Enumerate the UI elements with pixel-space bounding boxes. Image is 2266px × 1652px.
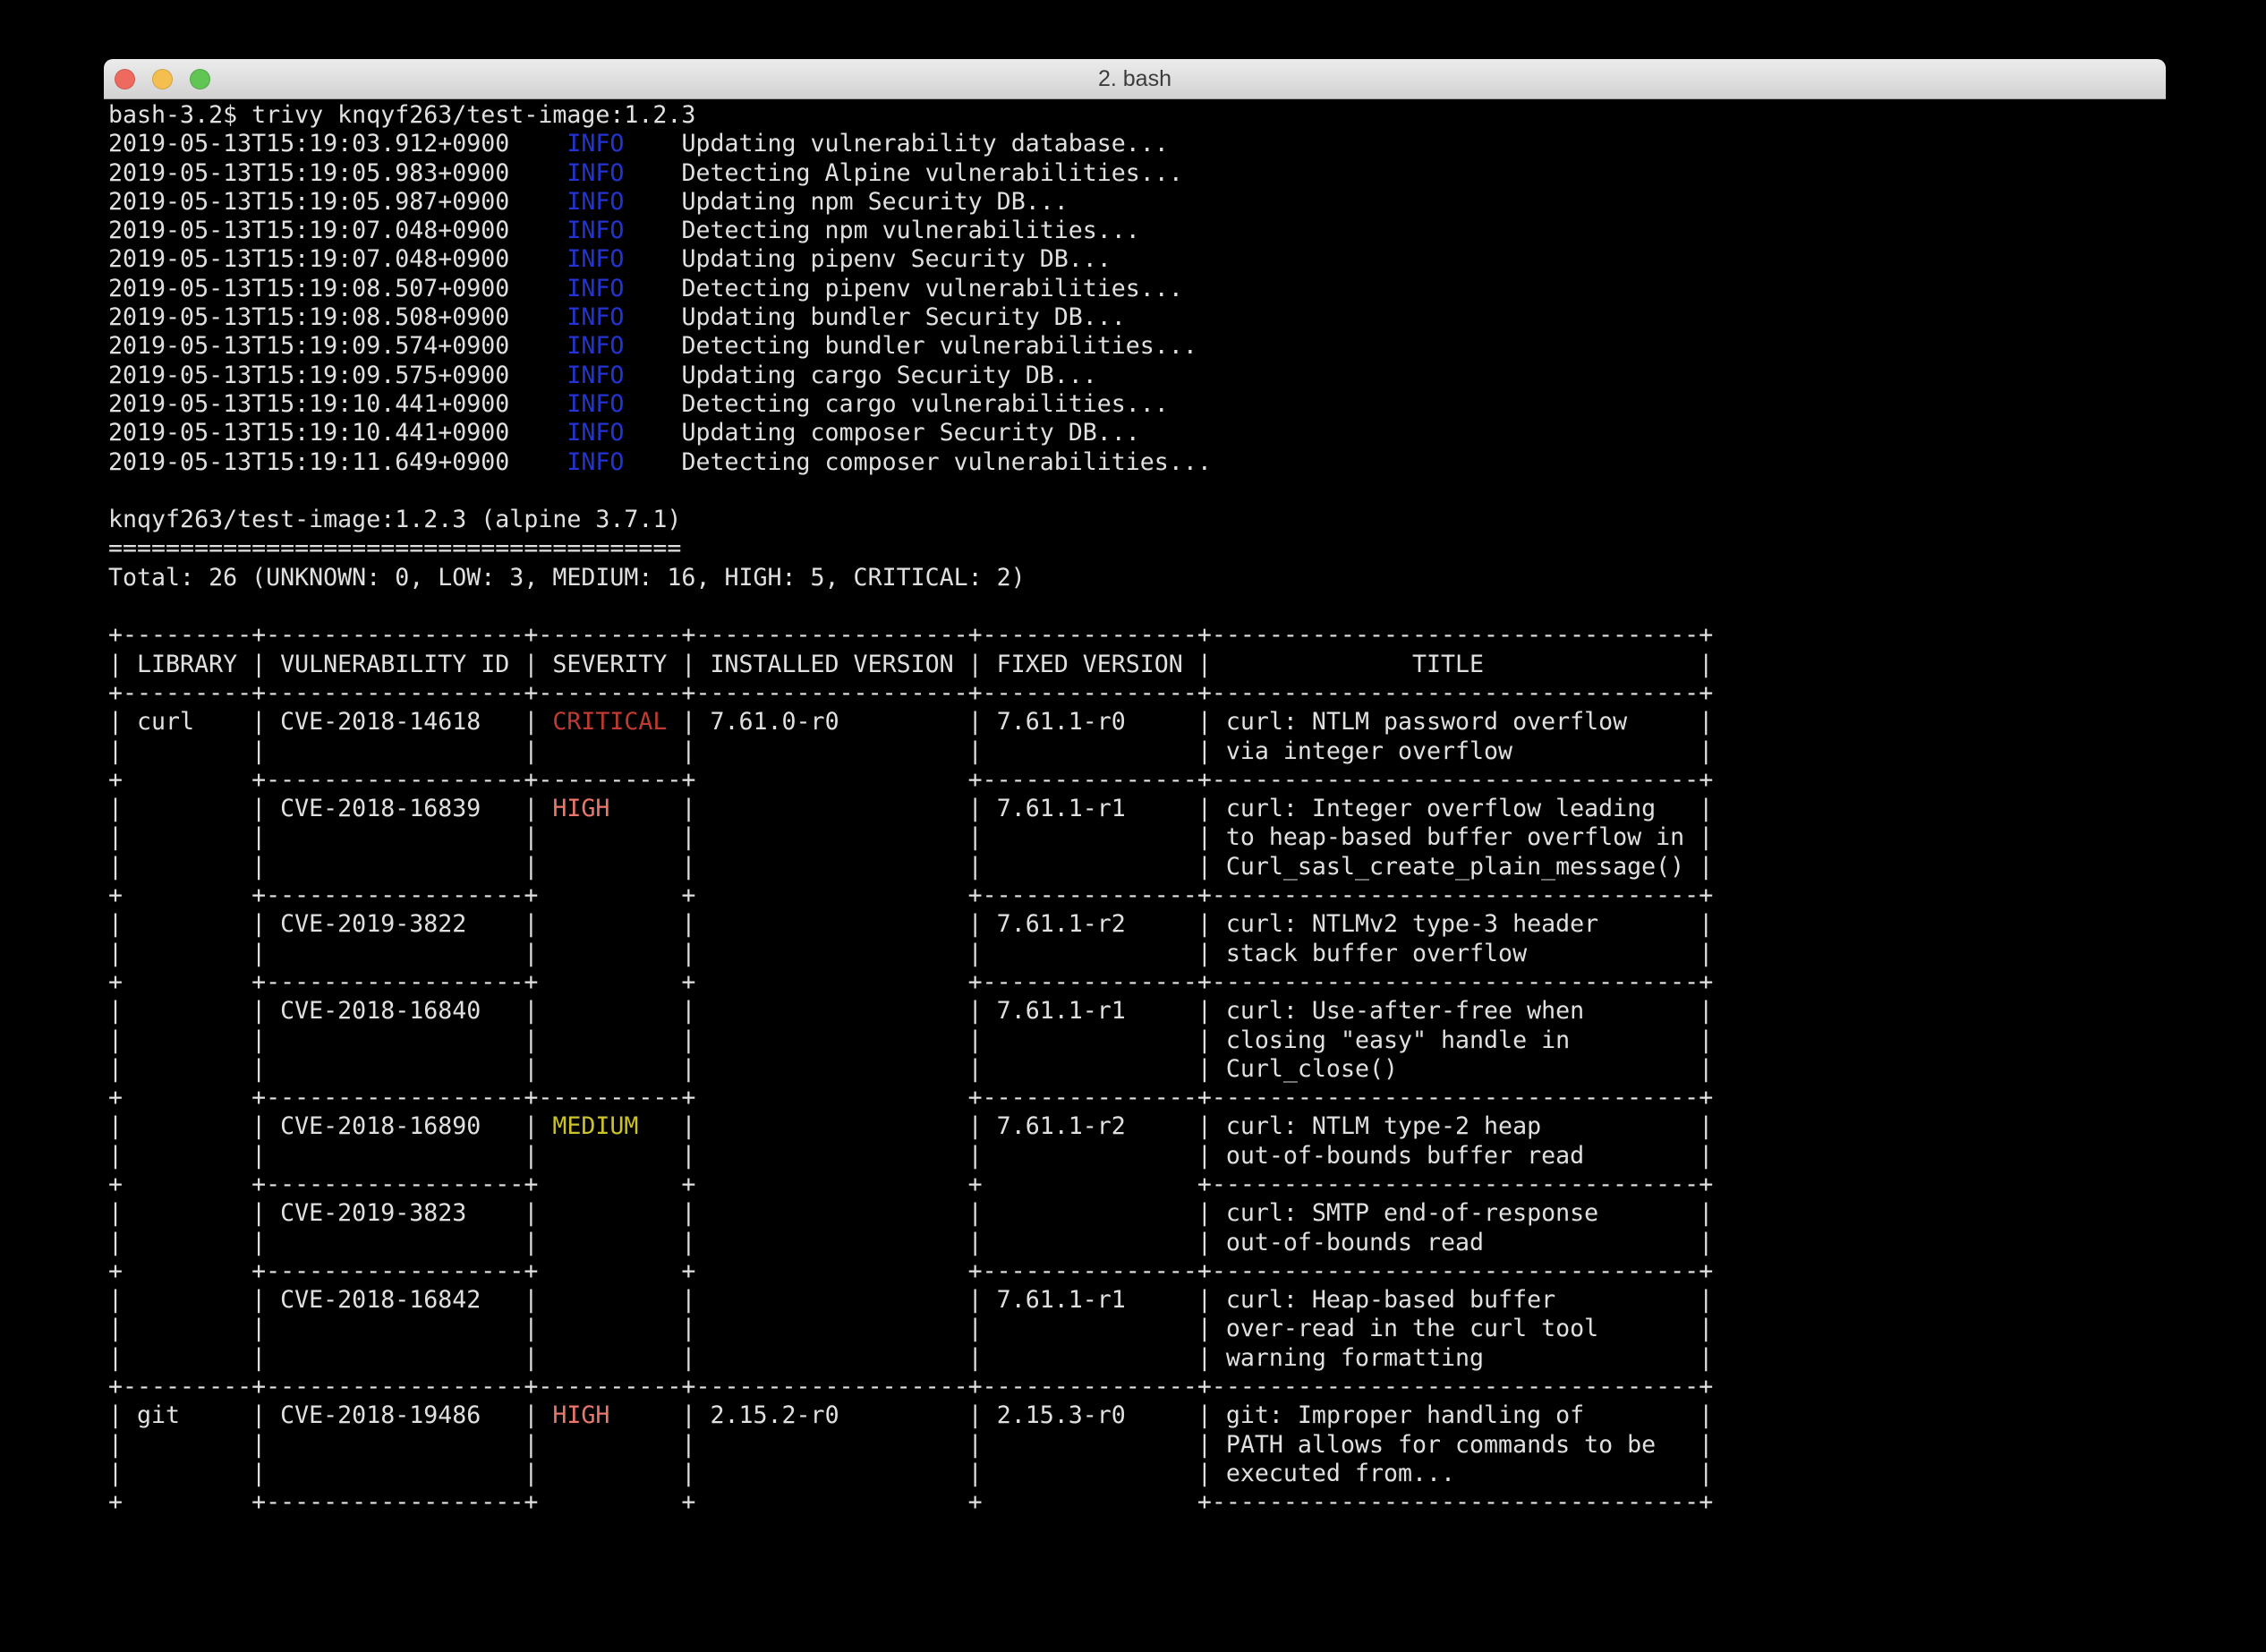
terminal-line: + +------------------+ + +--------------…	[108, 1257, 2166, 1286]
severity-text: HIGH	[538, 1401, 609, 1429]
terminal-line: | | | | | | out-of-bounds read |	[108, 1229, 2166, 1257]
minimize-button[interactable]	[152, 69, 173, 89]
log-level-text: INFO	[566, 419, 624, 447]
log-level-text: INFO	[566, 390, 624, 418]
terminal-line: + +------------------+ + + +------------…	[108, 1171, 2166, 1199]
terminal-line	[108, 592, 2166, 621]
log-level-text: INFO	[566, 245, 624, 273]
terminal-line: knqyf263/test-image:1.2.3 (alpine 3.7.1)	[108, 506, 2166, 534]
terminal-line: +---------+------------------+----------…	[108, 621, 2166, 650]
terminal-line: | LIBRARY | VULNERABILITY ID | SEVERITY …	[108, 651, 2166, 679]
terminal-line: + +------------------+ + + +------------…	[108, 1488, 2166, 1517]
terminal-line: + +------------------+ + +--------------…	[108, 881, 2166, 910]
terminal-line: 2019-05-13T15:19:10.441+0900 INFO Detect…	[108, 390, 2166, 419]
terminal-line: bash-3.2$ trivy knqyf263/test-image:1.2.…	[108, 101, 2166, 130]
terminal-line: | | | | | | out-of-bounds buffer read |	[108, 1142, 2166, 1171]
terminal-line: | | CVE-2019-3822 | | | 7.61.1-r2 | curl…	[108, 910, 2166, 939]
terminal-line: | | | | | | stack buffer overflow |	[108, 940, 2166, 968]
terminal-line: | git | CVE-2018-19486 | HIGH | 2.15.2-r…	[108, 1401, 2166, 1430]
terminal-line: | | | | | | Curl_close() |	[108, 1055, 2166, 1084]
terminal-line: + +------------------+----------+ +-----…	[108, 766, 2166, 795]
log-level-text: INFO	[566, 130, 624, 158]
terminal-line: 2019-05-13T15:19:03.912+0900 INFO Updati…	[108, 130, 2166, 158]
terminal-line: Total: 26 (UNKNOWN: 0, LOW: 3, MEDIUM: 1…	[108, 564, 2166, 592]
terminal-line	[108, 477, 2166, 506]
desktop: { "window": { "title": "2. bash", "traff…	[0, 0, 2266, 1652]
window-title: 2. bash	[1098, 66, 1171, 92]
log-level-text: INFO	[566, 303, 624, 331]
terminal-line: 2019-05-13T15:19:08.507+0900 INFO Detect…	[108, 275, 2166, 303]
terminal-content[interactable]: bash-3.2$ trivy knqyf263/test-image:1.2.…	[104, 99, 2166, 1518]
terminal-line: + +------------------+ + +--------------…	[108, 968, 2166, 997]
terminal-line: | | | | | | closing "easy" handle in |	[108, 1026, 2166, 1055]
terminal-line: | | CVE-2018-16839 | HIGH | | 7.61.1-r1 …	[108, 795, 2166, 823]
terminal-line: | | | | | | via integer overflow |	[108, 737, 2166, 766]
terminal-line: 2019-05-13T15:19:09.575+0900 INFO Updati…	[108, 362, 2166, 390]
window-titlebar[interactable]: 2. bash	[104, 59, 2166, 99]
terminal-line: | | | | | | to heap-based buffer overflo…	[108, 823, 2166, 852]
terminal-line: | | CVE-2018-16840 | | | 7.61.1-r1 | cur…	[108, 997, 2166, 1026]
terminal-line: 2019-05-13T15:19:05.987+0900 INFO Updati…	[108, 188, 2166, 217]
terminal-line: 2019-05-13T15:19:05.983+0900 INFO Detect…	[108, 159, 2166, 188]
terminal-line: +---------+------------------+----------…	[108, 1373, 2166, 1401]
terminal-line: ========================================	[108, 534, 2166, 563]
terminal-output: bash-3.2$ trivy knqyf263/test-image:1.2.…	[108, 101, 2166, 1518]
zoom-button[interactable]	[190, 69, 210, 89]
terminal-line: | curl | CVE-2018-14618 | CRITICAL | 7.6…	[108, 708, 2166, 737]
terminal-line: 2019-05-13T15:19:10.441+0900 INFO Updati…	[108, 419, 2166, 447]
close-button[interactable]	[115, 69, 135, 89]
terminal-line: 2019-05-13T15:19:09.574+0900 INFO Detect…	[108, 332, 2166, 361]
terminal-line: | | | | | | warning formatting |	[108, 1344, 2166, 1373]
terminal-line: | | CVE-2018-16890 | MEDIUM | | 7.61.1-r…	[108, 1112, 2166, 1141]
terminal-line: | | | | | | over-read in the curl tool |	[108, 1315, 2166, 1343]
terminal-line: | | CVE-2018-16842 | | | 7.61.1-r1 | cur…	[108, 1286, 2166, 1315]
log-level-text: INFO	[566, 332, 624, 360]
log-level-text: INFO	[566, 159, 624, 187]
log-level-text: INFO	[566, 362, 624, 389]
log-level-text: INFO	[566, 217, 624, 244]
terminal-line: | | | | | | PATH allows for commands to …	[108, 1431, 2166, 1460]
terminal-line: +---------+------------------+----------…	[108, 679, 2166, 708]
terminal-line: | | | | | | executed from... |	[108, 1460, 2166, 1488]
severity-text: CRITICAL	[538, 708, 667, 736]
terminal-line: | | CVE-2019-3823 | | | | curl: SMTP end…	[108, 1199, 2166, 1228]
log-level-text: INFO	[566, 188, 624, 216]
terminal-line: + +------------------+----------+ +-----…	[108, 1084, 2166, 1112]
severity-text: MEDIUM	[538, 1112, 638, 1140]
terminal-window: 2. bash bash-3.2$ trivy knqyf263/test-im…	[104, 59, 2166, 1652]
log-level-text: INFO	[566, 275, 624, 302]
severity-text: HIGH	[538, 795, 609, 822]
terminal-line: 2019-05-13T15:19:07.048+0900 INFO Updati…	[108, 245, 2166, 274]
terminal-line: 2019-05-13T15:19:07.048+0900 INFO Detect…	[108, 217, 2166, 245]
terminal-line: 2019-05-13T15:19:08.508+0900 INFO Updati…	[108, 303, 2166, 332]
terminal-line: 2019-05-13T15:19:11.649+0900 INFO Detect…	[108, 448, 2166, 477]
log-level-text: INFO	[566, 448, 624, 476]
terminal-line: | | | | | | Curl_sasl_create_plain_messa…	[108, 853, 2166, 881]
traffic-lights	[115, 59, 210, 98]
